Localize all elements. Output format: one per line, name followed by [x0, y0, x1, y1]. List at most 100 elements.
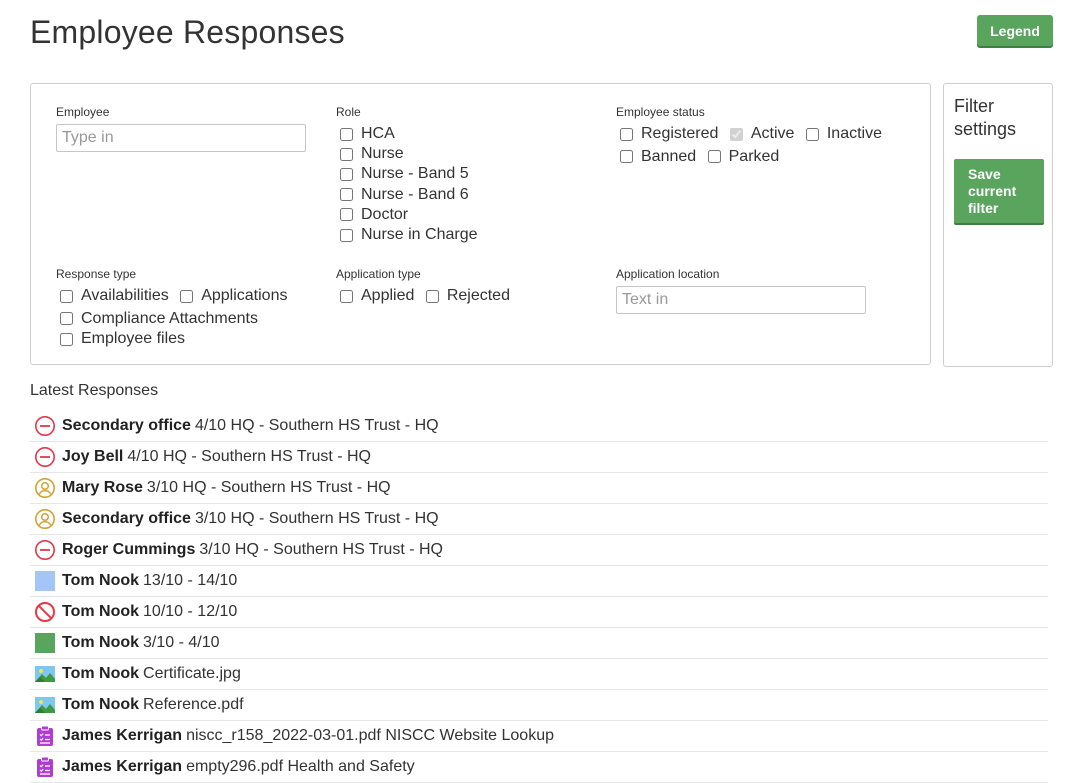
status-checkbox[interactable] — [805, 127, 819, 141]
response-detail: empty296.pdf Health and Safety — [186, 758, 415, 775]
response-employee-name: Joy Bell — [62, 448, 124, 465]
minus-circle-icon — [34, 446, 56, 468]
application-type-checkbox[interactable] — [340, 289, 353, 303]
response-detail: 3/10 HQ - Southern HS Trust - HQ — [194, 510, 439, 527]
employee-label: Employee — [56, 105, 110, 119]
response-detail: 3/10 HQ - Southern HS Trust - HQ — [199, 541, 443, 558]
role-checkbox[interactable] — [340, 208, 353, 222]
application-option-applied[interactable]: Applied — [336, 286, 414, 306]
response-employee-name: Tom Nook — [62, 665, 140, 682]
response-row[interactable]: Mary Rose 3/10 HQ - Southern HS Trust - H… — [30, 473, 1048, 504]
role-option-nurse-band-5[interactable]: Nurse - Band 5 — [336, 164, 478, 184]
role-option-nurse-band-6[interactable]: Nurse - Band 6 — [336, 185, 478, 205]
response-row[interactable]: Tom Nook Certificate.jpg — [30, 659, 1048, 690]
response-detail: Reference.pdf — [143, 696, 244, 713]
response-row[interactable]: Tom Nook 3/10 - 4/10 — [30, 628, 1048, 659]
filter-panel: Employee Role HCA Nurse Nurse - Band 5 N… — [30, 83, 931, 365]
application-type-filter: Application type Applied Rejected — [336, 267, 513, 309]
response-employee-name: James Kerrigan — [62, 758, 183, 775]
green-square-icon — [34, 632, 56, 654]
no-entry-icon — [34, 601, 56, 623]
minus-circle-icon — [34, 415, 56, 437]
employee-filter: Employee — [56, 105, 306, 152]
response-detail: 3/10 HQ - Southern HS Trust - HQ — [146, 479, 391, 496]
response-option-employee-files[interactable]: Employee files — [56, 329, 287, 349]
response-row[interactable]: Roger Cummings 3/10 HQ - Southern HS Trus… — [30, 535, 1048, 566]
latest-responses-title: Latest Responses — [30, 382, 159, 399]
role-checkbox[interactable] — [340, 228, 353, 242]
response-row[interactable]: Tom Nook Reference.pdf — [30, 690, 1048, 721]
response-type-checkbox[interactable] — [180, 289, 194, 303]
status-option-parked[interactable]: Parked — [704, 147, 779, 167]
response-detail: 4/10 HQ - Southern HS Trust - HQ — [127, 448, 371, 465]
responses-list: Secondary office 4/10 HQ - Southern HS Tr… — [30, 411, 1048, 783]
response-employee-name: James Kerrigan — [62, 727, 183, 744]
response-employee-name: Mary Rose — [62, 479, 143, 496]
role-option-nurse[interactable]: Nurse — [336, 144, 478, 164]
user-circle-icon — [34, 508, 56, 530]
save-filter-button[interactable]: Save current filter — [954, 159, 1044, 223]
response-detail: 4/10 HQ - Southern HS Trust - HQ — [194, 417, 439, 434]
image-icon — [34, 663, 56, 685]
response-row[interactable]: James Kerrigan niscc_r158_2022-03-01.pdf … — [30, 721, 1048, 752]
response-row[interactable]: Secondary office 3/10 HQ - Southern HS Tr… — [30, 504, 1048, 535]
response-employee-name: Tom Nook — [62, 572, 140, 589]
response-option-availabilities[interactable]: Availabilities — [56, 286, 169, 306]
response-detail: Certificate.jpg — [143, 665, 241, 682]
status-checkbox — [729, 127, 743, 141]
response-row[interactable]: Tom Nook 10/10 - 12/10 — [30, 597, 1048, 628]
application-option-rejected[interactable]: Rejected — [422, 286, 510, 306]
status-option-registered[interactable]: Registered — [616, 124, 718, 144]
role-checkbox[interactable] — [340, 147, 353, 161]
role-checkbox[interactable] — [340, 127, 353, 141]
response-option-applications[interactable]: Applications — [176, 286, 287, 306]
status-checkbox[interactable] — [620, 150, 633, 164]
status-option-active: Active — [726, 124, 794, 144]
status-option-banned[interactable]: Banned — [616, 147, 696, 167]
response-detail: 10/10 - 12/10 — [143, 603, 238, 620]
application-type-label: Application type — [336, 267, 421, 281]
filter-settings-panel: Filter settings Save current filter — [943, 83, 1053, 367]
response-detail: 3/10 - 4/10 — [143, 634, 220, 651]
user-circle-icon — [34, 477, 56, 499]
blue-square-icon — [34, 570, 56, 592]
employee-status-label: Employee status — [616, 105, 705, 119]
clipboard-icon — [34, 725, 56, 747]
role-option-nurse-in-charge[interactable]: Nurse in Charge — [336, 225, 478, 245]
response-option-compliance-attachments[interactable]: Compliance Attachments — [56, 309, 287, 329]
response-employee-name: Roger Cummings — [62, 541, 196, 558]
application-type-checkbox[interactable] — [425, 289, 439, 303]
response-row[interactable]: Joy Bell 4/10 HQ - Southern HS Trust - HQ — [30, 442, 1048, 473]
clipboard-icon — [34, 756, 56, 778]
role-filter: Role HCA Nurse Nurse - Band 5 Nurse - Ba… — [336, 105, 481, 245]
response-employee-name: Secondary office — [62, 510, 191, 527]
role-option-hca[interactable]: HCA — [336, 124, 478, 144]
application-location-input[interactable] — [616, 286, 866, 314]
response-employee-name: Secondary office — [62, 417, 191, 434]
page-title: Employee Responses — [30, 14, 345, 50]
response-type-label: Response type — [56, 267, 137, 281]
application-location-label: Application location — [616, 267, 720, 281]
employee-input[interactable] — [56, 124, 306, 152]
response-employee-name: Tom Nook — [62, 603, 140, 620]
response-type-checkbox[interactable] — [60, 289, 73, 303]
status-option-inactive[interactable]: Inactive — [802, 124, 882, 144]
response-row[interactable]: Secondary office 4/10 HQ - Southern HS Tr… — [30, 411, 1048, 442]
response-row[interactable]: James Kerrigan empty296.pdf Health and Sa… — [30, 752, 1048, 783]
status-checkbox[interactable] — [707, 150, 721, 164]
response-employee-name: Tom Nook — [62, 696, 140, 713]
minus-circle-icon — [34, 539, 56, 561]
response-type-checkbox[interactable] — [60, 332, 73, 346]
legend-button[interactable]: Legend — [977, 15, 1053, 46]
response-type-checkbox[interactable] — [60, 312, 73, 326]
response-row[interactable]: Tom Nook 13/10 - 14/10 — [30, 566, 1048, 597]
response-employee-name: Tom Nook — [62, 634, 140, 651]
employee-status-filter: Employee status Registered Active Inacti… — [616, 105, 885, 170]
role-checkbox[interactable] — [340, 188, 353, 202]
status-checkbox[interactable] — [620, 127, 633, 141]
role-checkbox[interactable] — [340, 168, 353, 181]
response-detail: niscc_r158_2022-03-01.pdf NISCC Website … — [186, 727, 554, 744]
image-icon — [34, 694, 56, 716]
filter-settings-title: Filter settings — [954, 96, 1017, 139]
role-option-doctor[interactable]: Doctor — [336, 205, 478, 225]
